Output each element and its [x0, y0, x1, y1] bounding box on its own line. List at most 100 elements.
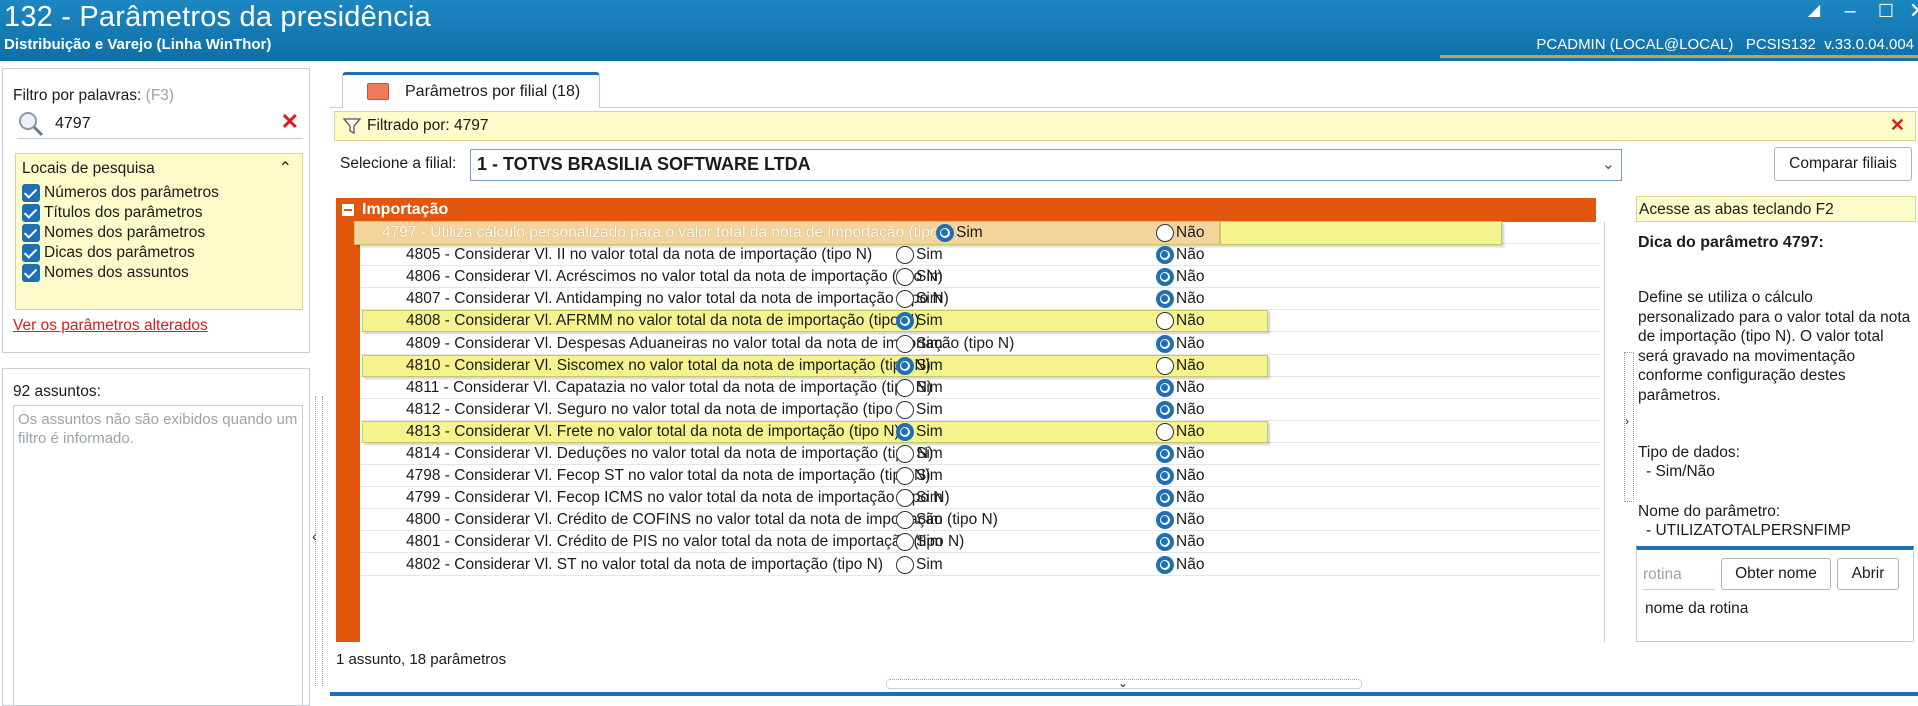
remove-filter-icon[interactable]: ✕	[1890, 115, 1905, 136]
radio-nao-selected[interactable]	[1156, 511, 1174, 530]
checkbox-checked-icon[interactable]	[22, 204, 40, 222]
radio-nao-label: Não	[1176, 555, 1205, 573]
option-dicas[interactable]: Dicas dos parâmetros	[22, 242, 195, 264]
param-row[interactable]: 4808 - Considerar Vl. AFRMM no valor tot…	[360, 310, 1600, 333]
option-assuntos[interactable]: Nomes dos assuntos	[22, 262, 189, 284]
option-titulos[interactable]: Títulos dos parâmetros	[22, 202, 203, 224]
checkbox-checked-icon[interactable]	[22, 244, 40, 262]
param-row[interactable]: 4797 - Utiliza cálculo personalizado par…	[354, 221, 1600, 246]
group-header[interactable]: Importação	[336, 198, 1596, 222]
param-row[interactable]: 4807 - Considerar Vl. Antidamping no val…	[360, 288, 1600, 311]
subjects-list[interactable]: Os assuntos não são exibidos quando um f…	[13, 405, 303, 706]
group-title: Importação	[362, 201, 449, 218]
param-row[interactable]: 4799 - Considerar Vl. Fecop ICMS no valo…	[360, 487, 1600, 510]
param-name-label: Nome do parâmetro:	[1638, 503, 1781, 520]
filter-search-input[interactable]	[55, 113, 275, 135]
subjects-count: 92 assuntos:	[13, 383, 101, 400]
radio-sim-label: Sim	[956, 224, 983, 241]
changed-params-link[interactable]: Ver os parâmetros alterados	[13, 317, 208, 335]
tab-params-by-branch[interactable]: Parâmetros por filial (18)	[342, 72, 600, 108]
collapse-right-arrow-icon[interactable]: ›	[1625, 414, 1629, 428]
radio-sim-selected[interactable]	[936, 224, 954, 242]
radio-sim[interactable]	[896, 445, 914, 463]
radio-nao-selected[interactable]	[1156, 400, 1174, 419]
param-row[interactable]: 4811 - Considerar Vl. Capatazia no valor…	[360, 377, 1600, 399]
radio-sim[interactable]	[896, 246, 914, 265]
radio-sim[interactable]	[896, 400, 914, 419]
radio-sim-selected[interactable]	[896, 422, 914, 441]
rotina-input[interactable]	[1643, 560, 1715, 590]
param-row[interactable]: 4801 - Considerar Vl. Crédito de PIS no …	[360, 531, 1600, 554]
radio-nao-label: Não	[1176, 422, 1205, 440]
param-row[interactable]: 4814 - Considerar Vl. Deduções no valor …	[360, 443, 1600, 466]
clear-filter-icon[interactable]: ✕	[281, 109, 299, 135]
radio-nao-selected[interactable]	[1156, 467, 1174, 486]
maximize-button[interactable]: ☐	[1868, 0, 1904, 24]
minimize-button[interactable]: –	[1832, 0, 1868, 24]
radio-nao-selected[interactable]	[1156, 290, 1174, 309]
radio-nao-selected[interactable]	[1156, 378, 1174, 397]
radio-nao-selected[interactable]	[1156, 246, 1174, 265]
param-row[interactable]: 4812 - Considerar Vl. Seguro no valor to…	[360, 399, 1600, 421]
option-label: Dicas dos parâmetros	[44, 244, 195, 261]
param-row[interactable]: 4813 - Considerar Vl. Frete no valor tot…	[360, 420, 1600, 443]
option-nomes[interactable]: Nomes dos parâmetros	[22, 222, 205, 244]
close-window-button[interactable]: ✕	[1900, 0, 1918, 24]
radio-nao[interactable]	[1156, 224, 1174, 242]
param-text: 4813 - Considerar Vl. Frete no valor tot…	[406, 422, 900, 440]
param-row[interactable]: 4806 - Considerar Vl. Acréscimos no valo…	[360, 266, 1600, 289]
collapse-left-arrow-icon[interactable]: ‹	[312, 528, 317, 544]
option-numeros[interactable]: Números dos parâmetros	[22, 182, 219, 204]
param-row[interactable]: 4798 - Considerar Vl. Fecop ST no valor …	[360, 465, 1600, 488]
radio-nao-selected[interactable]	[1156, 445, 1174, 463]
params-grid: Importação 4797 - Utiliza cálculo person…	[336, 198, 1600, 642]
compare-branches-button[interactable]: Comparar filiais	[1774, 147, 1912, 181]
branch-select[interactable]: 1 - TOTVS BRASILIA SOFTWARE LTDA ⌄	[470, 149, 1622, 181]
chevron-down-icon[interactable]: ⌄	[1118, 676, 1128, 690]
chevron-down-icon[interactable]: ⌄	[1602, 154, 1615, 174]
checkbox-checked-icon[interactable]	[22, 184, 40, 202]
radio-sim-label: Sim	[916, 356, 943, 374]
radio-nao-label: Não	[1176, 400, 1205, 418]
radio-nao-label: Não	[1176, 290, 1205, 308]
title-bar: 132 - Parâmetros da presidência Distribu…	[0, 0, 1918, 61]
radio-nao-selected[interactable]	[1156, 268, 1174, 287]
param-row[interactable]: 4810 - Considerar Vl. Siscomex no valor …	[360, 354, 1600, 377]
get-name-button[interactable]: Obter nome	[1721, 558, 1831, 590]
radio-sim-label: Sim	[916, 290, 943, 308]
param-text: 4798 - Considerar Vl. Fecop ST no valor …	[406, 467, 931, 485]
radio-nao-selected[interactable]	[1156, 489, 1174, 508]
rotina-box: Obter nome Abrir nome da rotina	[1636, 546, 1914, 642]
checkbox-checked-icon[interactable]	[22, 224, 40, 242]
restore-pane-icon[interactable]: ◢	[1796, 0, 1832, 24]
open-button[interactable]: Abrir	[1837, 558, 1899, 590]
radio-nao[interactable]	[1156, 356, 1174, 375]
radio-sim[interactable]	[896, 467, 914, 486]
group-side-bar	[336, 198, 360, 642]
param-row[interactable]: 4805 - Considerar Vl. II no valor total …	[360, 244, 1600, 267]
radio-sim-label: Sim	[916, 489, 943, 507]
radio-nao-selected[interactable]	[1156, 334, 1174, 353]
param-row[interactable]: 4809 - Considerar Vl. Despesas Aduaneira…	[360, 333, 1600, 355]
tip-title: Dica do parâmetro 4797:	[1638, 234, 1824, 251]
param-row[interactable]: 4800 - Considerar Vl. Crédito de COFINS …	[360, 509, 1600, 532]
filter-banner-text: Filtrado por: 4797	[367, 117, 489, 134]
param-text: 4812 - Considerar Vl. Seguro no valor to…	[406, 400, 914, 418]
collapse-group-icon[interactable]	[342, 204, 354, 216]
checkbox-checked-icon[interactable]	[22, 264, 40, 282]
radio-nao[interactable]	[1156, 422, 1174, 441]
param-row[interactable]: 4802 - Considerar Vl. ST no valor total …	[360, 554, 1600, 576]
radio-sim-selected[interactable]	[896, 356, 914, 375]
radio-sim[interactable]	[896, 378, 914, 397]
radio-nao-label: Não	[1176, 312, 1205, 330]
key-hint-text: Acesse as abas teclando F2	[1639, 201, 1834, 218]
collapse-chevrons-icon[interactable]: ⌃	[279, 158, 292, 178]
branch-label: Selecione a filial:	[340, 155, 457, 172]
grid-scrollbar[interactable]	[1604, 222, 1612, 642]
param-text: 4802 - Considerar Vl. ST no valor total …	[406, 555, 884, 573]
radio-nao-selected[interactable]	[1156, 555, 1174, 574]
radio-sim-label: Sim	[916, 467, 943, 485]
radio-sim[interactable]	[896, 555, 914, 574]
radio-sim[interactable]	[896, 334, 914, 353]
radio-nao-selected[interactable]	[1156, 533, 1174, 552]
